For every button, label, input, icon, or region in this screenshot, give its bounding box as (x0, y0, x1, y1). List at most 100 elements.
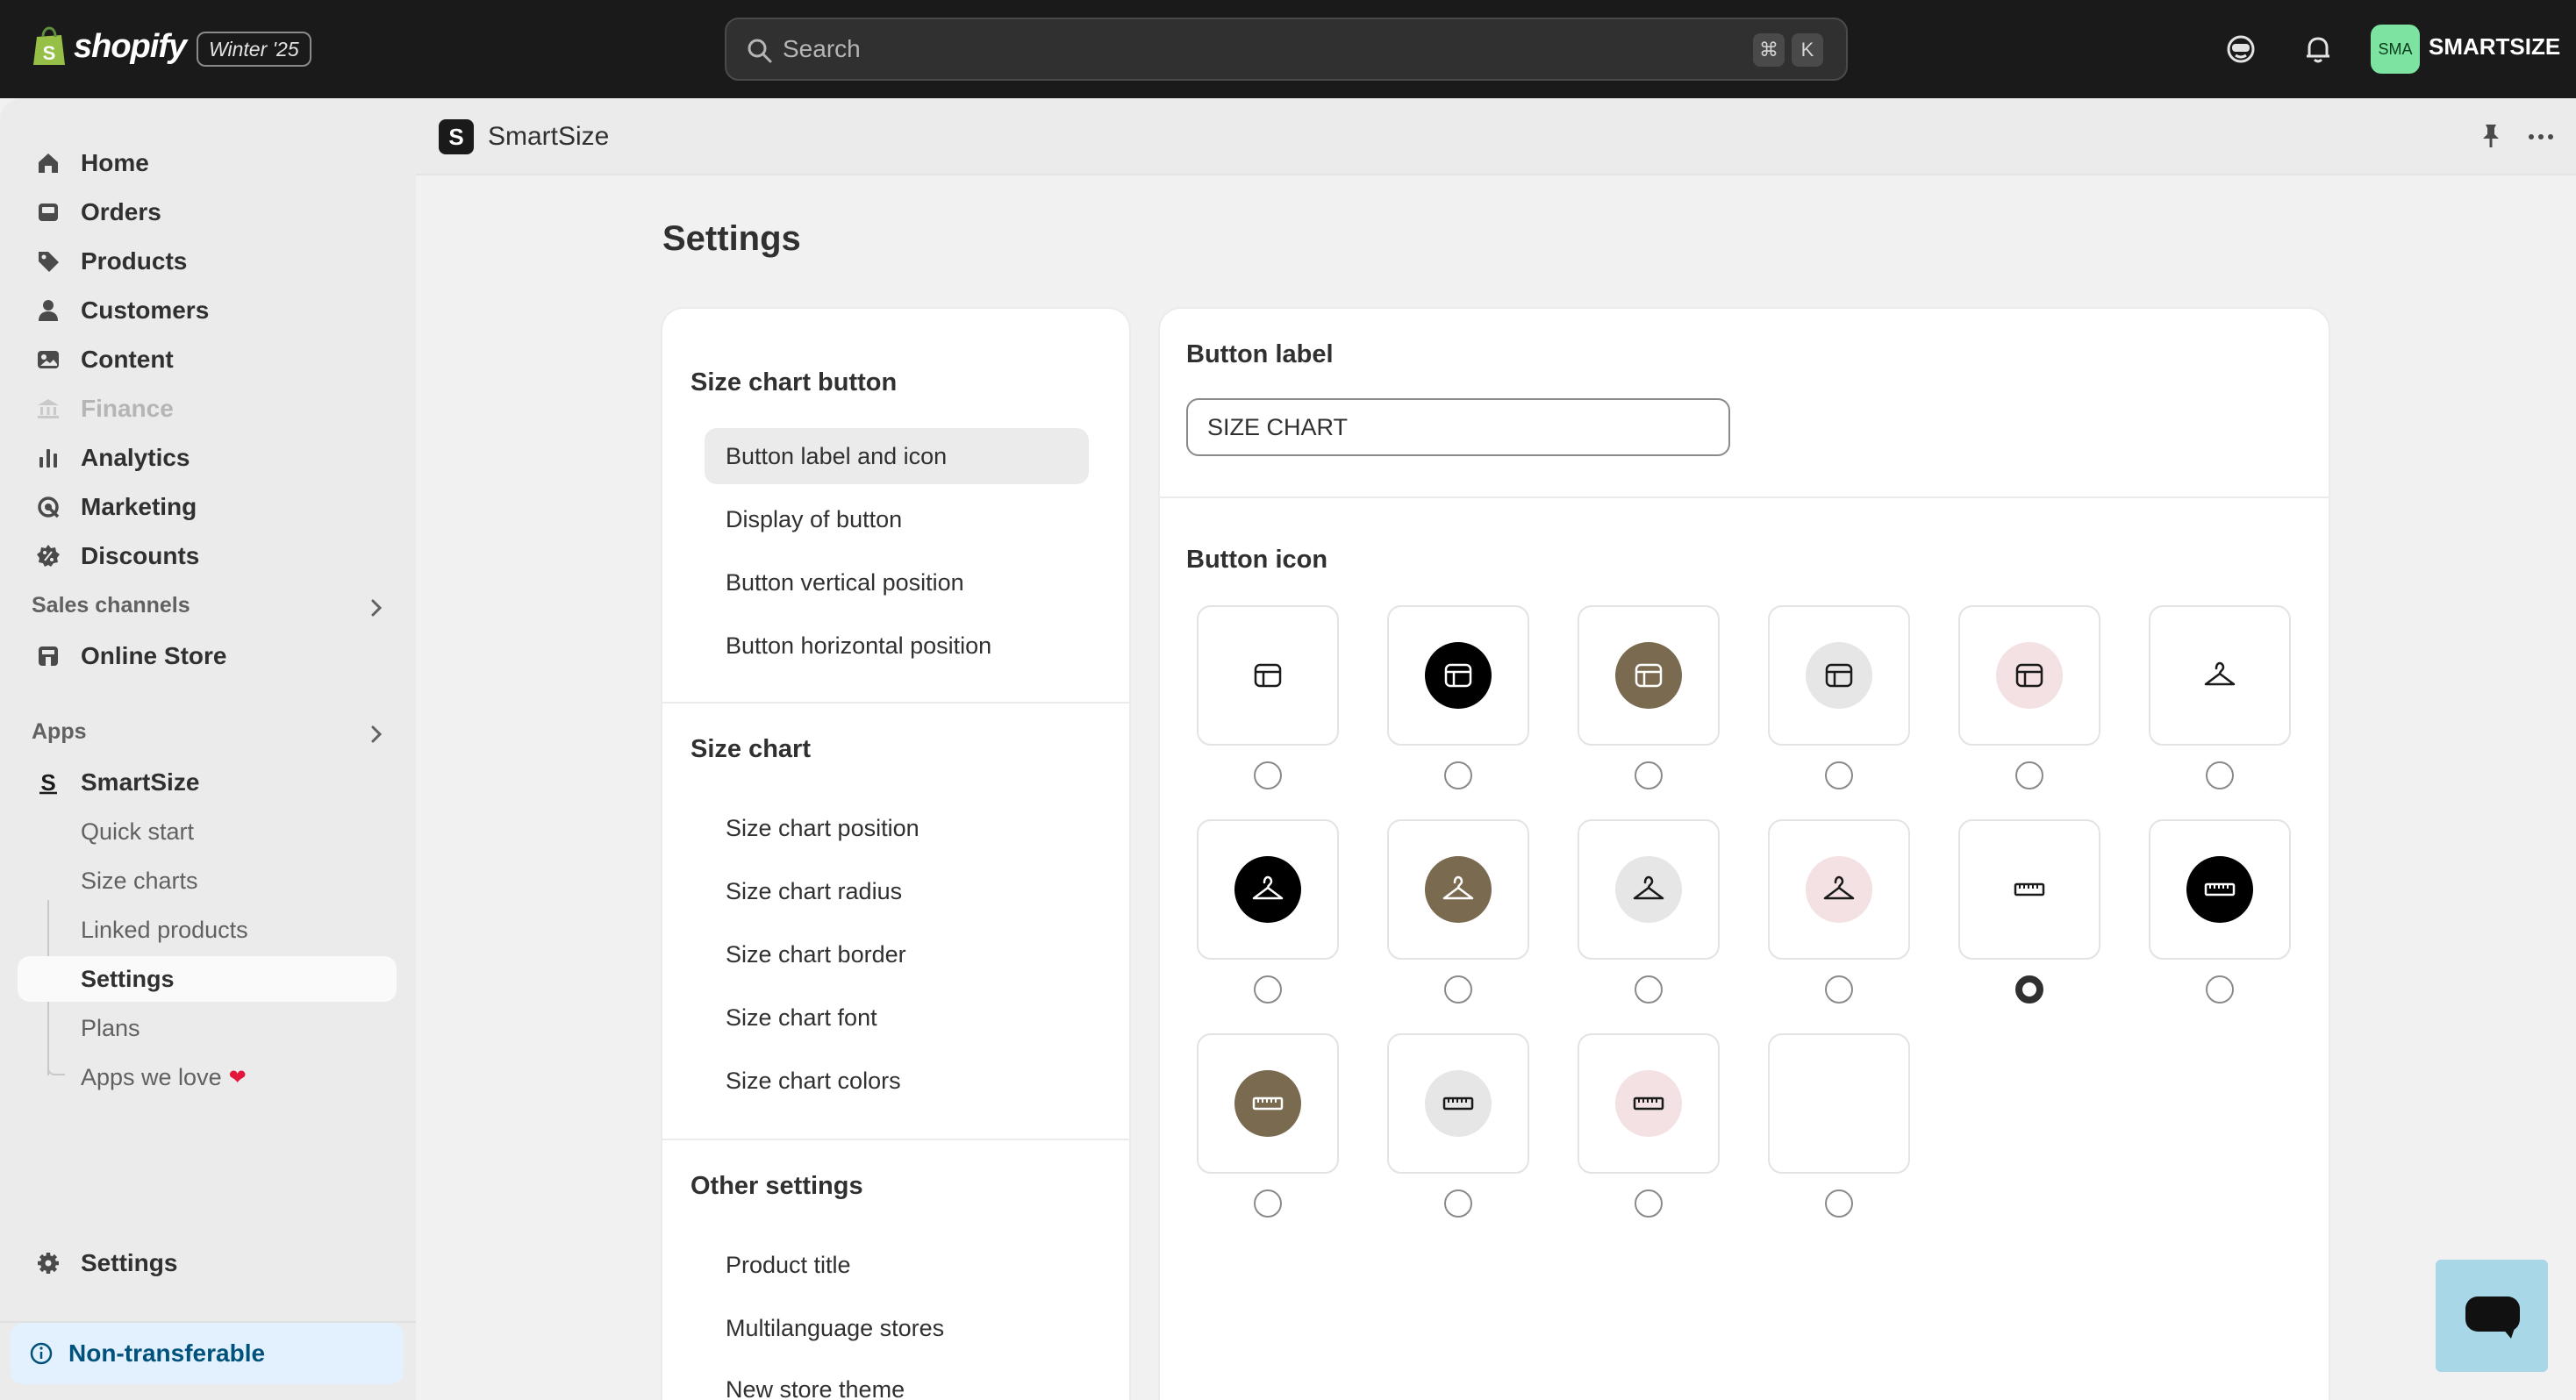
icon-radio[interactable] (1825, 1189, 1853, 1218)
icon-radio[interactable] (2015, 975, 2043, 1004)
apps-title[interactable]: Apps (32, 719, 87, 745)
icon-background (1615, 642, 1682, 709)
pin-icon[interactable] (2476, 121, 2506, 151)
icon-option[interactable] (1768, 605, 1910, 746)
settings-nav-multilanguage-stores[interactable]: Multilanguage stores (705, 1300, 1089, 1356)
table-icon (2015, 663, 2043, 688)
shortcut-k-key: K (1792, 33, 1823, 67)
hanger-icon (1442, 875, 1474, 900)
icon-option[interactable] (1197, 819, 1339, 960)
sidebar-item-finance[interactable]: Finance (18, 386, 397, 432)
button-settings-card: Button label Button icon (1160, 309, 2329, 1400)
settings-nav-label: Size chart position (726, 814, 919, 841)
button-icon-title: Button icon (1186, 546, 1328, 574)
sidebar-item-online-store[interactable]: Online Store (18, 633, 397, 679)
notice-label: Non-transferable (68, 1339, 266, 1367)
sidebar-item-label: Orders (81, 198, 161, 225)
sidekick-icon[interactable] (2223, 32, 2258, 67)
icon-option[interactable] (2149, 605, 2291, 746)
search-bar[interactable]: ⌘ K (725, 18, 1848, 81)
sales-channels-title[interactable]: Sales channels (32, 593, 190, 618)
icon-radio[interactable] (2206, 975, 2234, 1004)
settings-nav-size-chart-radius[interactable]: Size chart radius (705, 863, 1089, 919)
icon-background (2186, 642, 2253, 709)
icon-radio[interactable] (1444, 975, 1472, 1004)
icon-radio[interactable] (2015, 761, 2043, 789)
icon-radio[interactable] (2206, 761, 2234, 789)
sidebar-item-orders[interactable]: Orders (18, 189, 397, 235)
settings-nav-new-store-theme[interactable]: New store theme (705, 1361, 1089, 1400)
store-name[interactable]: SMARTSIZE (2429, 33, 2560, 61)
sidebar-item-marketing[interactable]: Marketing (18, 484, 397, 530)
sidebar-subitem-label: Linked products (81, 916, 248, 943)
icon-radio[interactable] (1444, 1189, 1472, 1218)
icon-radio[interactable] (1635, 975, 1663, 1004)
sidebar-subitem-plans[interactable]: Plans (18, 1005, 397, 1051)
sidebar-item-home[interactable]: Home (18, 140, 397, 186)
icon-option[interactable] (1768, 1033, 1910, 1174)
settings-nav-size-chart-position[interactable]: Size chart position (705, 800, 1089, 856)
more-icon[interactable] (2525, 121, 2557, 153)
tag-icon (39, 252, 59, 272)
sidebar-item-analytics[interactable]: Analytics (18, 435, 397, 481)
sidebar-item-label: Analytics (81, 444, 190, 471)
icon-option[interactable] (2149, 819, 2291, 960)
info-icon (30, 1342, 53, 1365)
chat-button[interactable] (2436, 1260, 2548, 1372)
icon-radio[interactable] (1825, 975, 1853, 1004)
chevron-right-icon[interactable] (363, 595, 390, 621)
sidebar-subitem-size-charts[interactable]: Size charts (18, 858, 397, 904)
icon-option[interactable] (1387, 605, 1529, 746)
icon-option[interactable] (1578, 605, 1720, 746)
icon-radio[interactable] (1635, 761, 1663, 789)
settings-nav-button-label-and-icon[interactable]: Button label and icon (705, 428, 1089, 484)
sidebar-subitem-quick-start[interactable]: Quick start (18, 809, 397, 854)
icon-option[interactable] (1387, 1033, 1529, 1174)
icon-option[interactable] (1768, 819, 1910, 960)
settings-nav-display-of-button[interactable]: Display of button (705, 491, 1089, 547)
icon-option[interactable] (1197, 605, 1339, 746)
icon-option[interactable] (1578, 819, 1720, 960)
store-avatar[interactable]: SMA (2371, 25, 2420, 74)
sidebar-subitem-settings[interactable]: Settings (18, 956, 397, 1002)
bar-chart-icon (39, 449, 57, 468)
icon-background (1234, 642, 1301, 709)
icon-option[interactable] (1958, 605, 2100, 746)
icon-radio[interactable] (1254, 975, 1282, 1004)
icon-radio[interactable] (1254, 1189, 1282, 1218)
button-label-input[interactable] (1186, 398, 1730, 456)
icon-option[interactable] (1197, 1033, 1339, 1174)
settings-nav-label: Product title (726, 1251, 851, 1278)
shortcut-cmd-key: ⌘ (1753, 33, 1785, 67)
shopify-logo[interactable]: S shopify (32, 26, 187, 67)
sidebar-item-discounts[interactable]: Discounts (18, 533, 397, 579)
ruler-icon (1442, 1096, 1474, 1111)
chevron-right-icon[interactable] (363, 721, 390, 747)
sidebar-item-customers[interactable]: Customers (18, 288, 397, 333)
sidebar-subitem-linked-products[interactable]: Linked products (18, 907, 397, 953)
hanger-icon (1252, 875, 1284, 900)
settings-nav-size-chart-border[interactable]: Size chart border (705, 926, 1089, 982)
icon-option[interactable] (1387, 819, 1529, 960)
icon-radio[interactable] (1635, 1189, 1663, 1218)
icon-background (1996, 856, 2063, 923)
bell-icon[interactable] (2301, 32, 2336, 67)
settings-nav-size-chart-colors[interactable]: Size chart colors (705, 1053, 1089, 1109)
icon-radio[interactable] (1444, 761, 1472, 789)
settings-nav-size-chart-font[interactable]: Size chart font (705, 989, 1089, 1046)
icon-option[interactable] (1578, 1033, 1720, 1174)
settings-nav-button-horizontal-position[interactable]: Button horizontal position (705, 618, 1089, 674)
sidebar-item-products[interactable]: Products (18, 239, 397, 284)
icon-option[interactable] (1958, 819, 2100, 960)
non-transferable-notice[interactable]: Non-transferable (11, 1323, 404, 1384)
sidebar-subitem-apps-we-love[interactable]: Apps we love ❤ (18, 1054, 397, 1100)
sidebar-item-smartsize[interactable]: S SmartSize (18, 760, 397, 805)
settings-nav-product-title[interactable]: Product title (705, 1237, 1089, 1293)
sidebar-item-settings[interactable]: Settings (18, 1240, 397, 1286)
settings-nav-button-vertical-position[interactable]: Button vertical position (705, 554, 1089, 611)
edition-badge[interactable]: Winter '25 (197, 32, 311, 67)
icon-radio[interactable] (1825, 761, 1853, 789)
search-input[interactable] (783, 32, 1572, 67)
sidebar-item-content[interactable]: Content (18, 337, 397, 382)
icon-radio[interactable] (1254, 761, 1282, 789)
